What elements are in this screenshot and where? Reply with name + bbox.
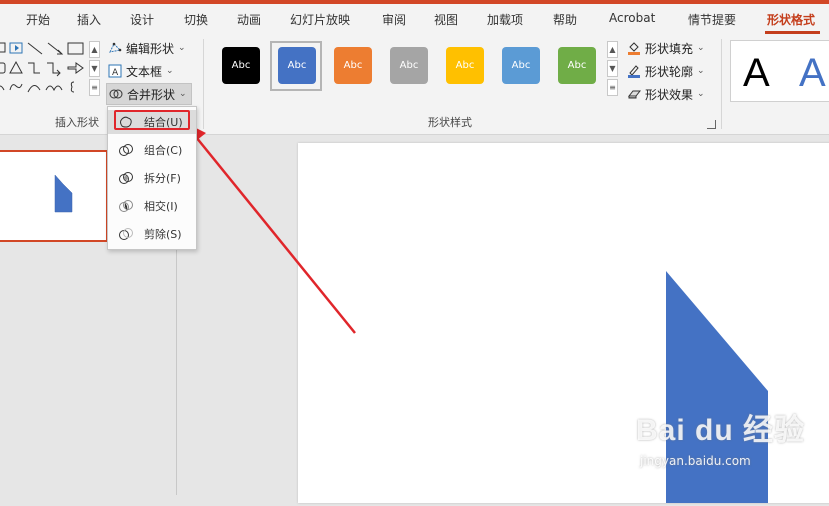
menu-item-combine[interactable]: 组合(C) xyxy=(108,138,196,162)
intersect-icon xyxy=(118,198,134,214)
menu-item-label: 拆分(F) xyxy=(144,172,181,185)
menu-item-label: 剪除(S) xyxy=(144,228,182,241)
combine-icon xyxy=(118,142,134,158)
watermark-url: jingyan.baidu.com xyxy=(640,454,751,468)
fragment-icon xyxy=(118,170,134,186)
subtract-icon xyxy=(118,226,134,242)
annotation-highlight-box xyxy=(114,110,190,130)
watermark-logo: Bai du 经验 xyxy=(636,414,806,447)
menu-item-label: 组合(C) xyxy=(144,144,183,157)
menu-item-fragment[interactable]: 拆分(F) xyxy=(108,166,196,190)
menu-item-intersect[interactable]: 相交(I) xyxy=(108,194,196,218)
menu-item-subtract[interactable]: 剪除(S) xyxy=(108,222,196,246)
menu-item-label: 相交(I) xyxy=(144,200,178,213)
